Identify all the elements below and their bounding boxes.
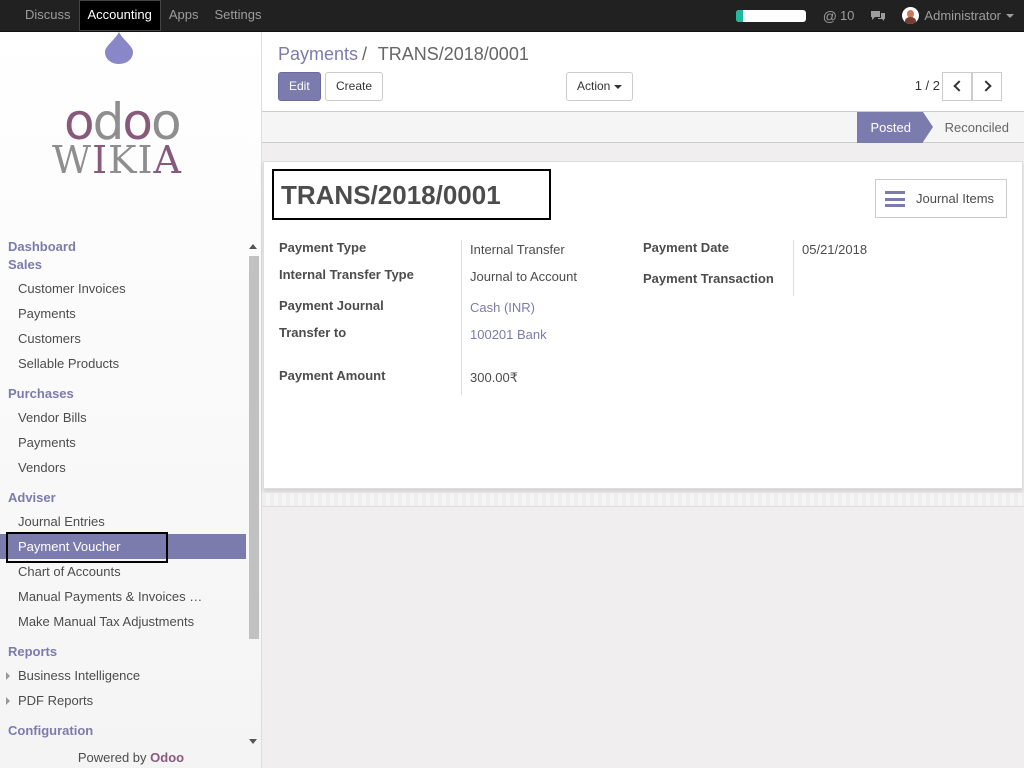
sidebar-item-manual-payments[interactable]: Manual Payments & Invoices … [0, 584, 246, 609]
divider [461, 240, 462, 395]
breadcrumb-payments[interactable]: Payments [278, 44, 358, 64]
sidebar-item-sales-payments[interactable]: Payments [0, 301, 246, 326]
chevron-right-icon [980, 80, 992, 92]
message-count: 10 [839, 8, 855, 23]
chatter-separator [262, 493, 1024, 507]
title-highlight-box: TRANS/2018/0001 [272, 169, 551, 220]
chat-icon[interactable] [870, 10, 886, 22]
sidebar-item-sellable-products[interactable]: Sellable Products [0, 351, 246, 376]
payment-date-label: Payment Date [643, 240, 729, 255]
sidebar-item-customers[interactable]: Customers [0, 326, 246, 351]
scroll-down-icon[interactable] [249, 739, 257, 744]
divider [793, 240, 794, 296]
powered-by-text: Powered by [77, 750, 147, 765]
internal-transfer-type-label: Internal Transfer Type [279, 267, 414, 282]
list-icon [885, 191, 905, 207]
top-navbar: Discuss Accounting Apps Settings @ 10 Ad… [0, 0, 1024, 32]
powered-by-brand-link[interactable]: Odoo [150, 750, 184, 765]
statusbar: Posted Reconciled [262, 112, 1024, 143]
sidebar-item-chart-of-accounts[interactable]: Chart of Accounts [0, 559, 246, 584]
edit-button[interactable]: Edit [278, 72, 321, 101]
at-icon: @ [822, 7, 837, 24]
payment-transaction-label: Payment Transaction [643, 271, 774, 286]
app-menu: Discuss Accounting Apps Settings [17, 0, 269, 31]
powered-by: Powered by Odoo [0, 750, 262, 765]
menu-section-dashboard[interactable]: Dashboard [0, 238, 246, 256]
sidebar-item-vendors[interactable]: Vendors [0, 455, 246, 480]
nav-discuss[interactable]: Discuss [17, 0, 79, 31]
scroll-up-icon[interactable] [249, 244, 257, 249]
form-sheet: TRANS/2018/0001 Journal Items Payment Ty… [263, 161, 1023, 489]
menu-section-purchases[interactable]: Purchases [0, 385, 246, 403]
control-panel: Payments / TRANS/2018/0001 Edit Create Ac… [262, 32, 1024, 112]
payment-amount-label: Payment Amount [279, 368, 386, 383]
chevron-down-icon [614, 84, 623, 89]
transfer-to-label: Transfer to [279, 325, 347, 340]
sidebar-item-business-intelligence[interactable]: Business Intelligence [0, 663, 246, 688]
sidebar-item-customer-invoices[interactable]: Customer Invoices [0, 276, 246, 301]
sidebar-menu: Dashboard Sales Customer Invoices Paymen… [0, 238, 246, 748]
sidebar-item-vendor-bills[interactable]: Vendor Bills [0, 405, 246, 430]
company-logo: odoo WIKIA [52, 93, 182, 182]
menu-section-sales[interactable]: Sales [0, 256, 246, 274]
journal-items-button[interactable]: Journal Items [875, 179, 1007, 218]
nav-settings[interactable]: Settings [206, 0, 269, 31]
payment-journal-link[interactable]: Cash (INR) [470, 300, 535, 315]
payment-type-label: Payment Type [279, 240, 367, 255]
sidebar: odoo WIKIA Dashboard Sales Customer Invo… [0, 32, 262, 768]
record-title: TRANS/2018/0001 [281, 180, 501, 210]
create-button[interactable]: Create [325, 72, 384, 101]
nav-apps[interactable]: Apps [161, 0, 207, 31]
sidebar-item-journal-entries[interactable]: Journal Entries [0, 509, 246, 534]
breadcrumb-separator: / [362, 44, 368, 64]
journal-items-label: Journal Items [916, 191, 995, 206]
messaging-menu[interactable]: @ 10 [823, 8, 855, 24]
chatter-area [262, 507, 1024, 768]
systray: @ 10 Administrator [735, 0, 1014, 31]
payment-date-value[interactable]: 05/21/2018 [802, 242, 867, 257]
action-dropdown[interactable]: Action [566, 72, 634, 101]
avatar [902, 7, 920, 24]
scroll-thumb[interactable] [249, 256, 259, 639]
sidebar-item-purchase-payments[interactable]: Payments [0, 430, 246, 455]
internal-transfer-type-value[interactable]: Journal to Account [470, 269, 577, 284]
sidebar-item-payment-voucher[interactable]: Payment Voucher [0, 534, 246, 559]
status-reconciled: Reconciled [944, 120, 1009, 135]
menu-section-configuration[interactable]: Configuration [0, 722, 246, 740]
sidebar-item-pdf-reports[interactable]: PDF Reports [0, 688, 246, 713]
pager-next-button[interactable] [972, 72, 1002, 101]
breadcrumb-current: TRANS/2018/0001 [377, 44, 529, 64]
chevron-left-icon [953, 80, 965, 92]
breadcrumb: Payments / TRANS/2018/0001 [278, 44, 529, 65]
pager-previous-button[interactable] [942, 72, 972, 101]
transfer-to-link[interactable]: 100201 Bank [470, 327, 547, 342]
menu-section-adviser[interactable]: Adviser [0, 489, 246, 507]
chevron-down-icon [1006, 13, 1014, 18]
status-posted: Posted [856, 112, 934, 143]
action-label: Action [577, 79, 611, 93]
user-name: Administrator [924, 8, 1001, 23]
sidebar-item-manual-tax-adjustments[interactable]: Make Manual Tax Adjustments [0, 609, 246, 634]
sidebar-scrollbar[interactable] [246, 242, 260, 752]
payment-amount-value[interactable]: 300.00₹ [470, 370, 518, 386]
user-menu[interactable]: Administrator [902, 7, 1014, 24]
drop-icon [105, 32, 133, 64]
payment-journal-label: Payment Journal [279, 298, 384, 313]
nav-accounting[interactable]: Accounting [78, 0, 161, 31]
payment-type-value[interactable]: Internal Transfer [470, 242, 565, 257]
onboarding-progress-bar[interactable] [735, 9, 806, 22]
progress-fill [735, 9, 743, 22]
menu-section-reports[interactable]: Reports [0, 643, 246, 661]
pager-value[interactable]: 1 / 2 [915, 78, 940, 93]
